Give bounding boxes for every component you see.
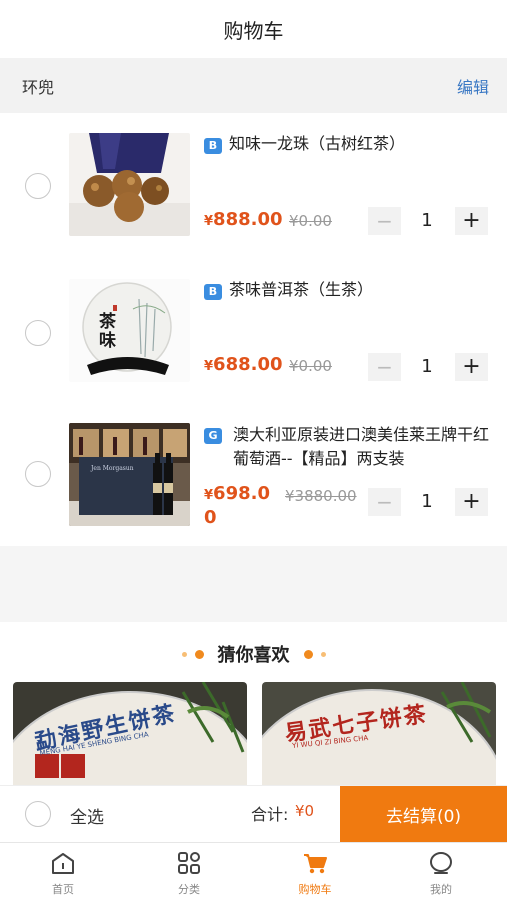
total-label: 合计: xyxy=(251,805,289,824)
decrease-button[interactable]: − xyxy=(368,488,401,516)
decor-dot xyxy=(320,651,326,657)
product-tag-badge: B xyxy=(204,284,222,300)
decrease-button[interactable]: − xyxy=(368,353,401,381)
category-icon xyxy=(178,852,200,874)
tab-label: 我的 xyxy=(430,883,452,896)
shop-name: 环兜 xyxy=(22,77,55,97)
cart-list: B 知味一龙珠（古树红茶） ¥888.00 ¥0.00 − 1 + 茶味 B 茶… xyxy=(0,113,507,546)
checkout-bar: 全选 合计: ¥0 去结算(0) xyxy=(0,785,507,843)
increase-button[interactable]: + xyxy=(455,488,488,516)
price-currency: ¥ xyxy=(204,214,214,229)
increase-button[interactable]: + xyxy=(455,353,488,381)
price-value: 688.00 xyxy=(213,354,283,375)
tab-category[interactable]: 分类 xyxy=(126,843,252,900)
cart-icon xyxy=(304,854,327,874)
profile-icon xyxy=(430,852,452,874)
product-price: ¥698.00 xyxy=(204,483,276,529)
price-currency: ¥ xyxy=(204,359,214,374)
tab-label: 首页 xyxy=(52,883,74,896)
total-value: ¥0 xyxy=(295,802,315,820)
tab-label: 购物车 xyxy=(298,883,332,896)
home-icon xyxy=(52,853,74,874)
edit-button[interactable]: 编辑 xyxy=(457,74,489,98)
product-image[interactable] xyxy=(69,133,190,236)
increase-button[interactable]: + xyxy=(455,207,488,235)
page-title: 购物车 xyxy=(223,18,284,43)
select-all-checkbox[interactable] xyxy=(25,801,51,827)
wine-box-label: Jen Morgasun xyxy=(91,465,134,472)
product-name[interactable]: 澳大利亚原装进口澳美佳莱王牌干红葡萄酒--【精品】两支装 xyxy=(233,423,495,471)
product-image[interactable]: Jen Morgasun xyxy=(69,423,190,526)
original-price: ¥3880.00 xyxy=(285,487,357,505)
bottom-tab-bar: 首页 分类 购物车 我的 xyxy=(0,842,507,900)
recommendations-section: 猜你喜欢 勐海野生饼茶 MENG HAI YE SHENG BING CHA 易… xyxy=(0,622,507,785)
price-currency: ¥ xyxy=(204,488,214,503)
recommendations-title: 猜你喜欢 xyxy=(217,645,290,666)
recommended-product-image[interactable]: 易武七子饼茶 YI WU QI ZI BING CHA xyxy=(262,682,496,785)
quantity-value[interactable]: 1 xyxy=(410,353,444,381)
original-price: ¥0.00 xyxy=(289,357,332,375)
recommendations-header: 猜你喜欢 xyxy=(0,642,507,666)
tab-cart[interactable]: 购物车 xyxy=(252,843,378,900)
shop-header: 环兜 编辑 xyxy=(0,58,507,113)
decrease-button[interactable]: − xyxy=(368,207,401,235)
product-name[interactable]: 知味一龙珠（古树红茶） xyxy=(229,133,499,155)
item-checkbox[interactable] xyxy=(25,461,51,487)
original-price: ¥0.00 xyxy=(289,212,332,230)
cart-page: 购物车 环兜 编辑 B 知味一龙珠（古树红茶） ¥888.00 ¥0.00 − … xyxy=(0,0,507,900)
decor-dot xyxy=(303,649,313,659)
product-price: ¥688.00 xyxy=(204,354,283,375)
product-price: ¥888.00 xyxy=(204,209,283,230)
item-checkbox[interactable] xyxy=(25,173,51,199)
product-name[interactable]: 茶味普洱茶（生茶） xyxy=(229,279,499,301)
tab-profile[interactable]: 我的 xyxy=(378,843,504,900)
product-image[interactable]: 茶味 xyxy=(69,279,190,382)
price-value: 698.00 xyxy=(204,483,270,528)
item-checkbox[interactable] xyxy=(25,320,51,346)
price-value: 888.00 xyxy=(213,209,283,230)
top-bar: 购物车 xyxy=(0,0,507,58)
select-all-label[interactable]: 全选 xyxy=(70,803,104,828)
recommended-product-image[interactable]: 勐海野生饼茶 MENG HAI YE SHENG BING CHA xyxy=(13,682,247,785)
cart-item: 茶味 B 茶味普洱茶（生茶） ¥688.00 ¥0.00 − 1 + xyxy=(0,258,507,403)
puer-cake-label: 茶味 xyxy=(99,312,116,351)
cart-item: B 知味一龙珠（古树红茶） ¥888.00 ¥0.00 − 1 + xyxy=(0,113,507,258)
cart-item: Jen Morgasun G 澳大利亚原装进口澳美佳莱王牌干红葡萄酒--【精品】… xyxy=(0,403,507,546)
quantity-value[interactable]: 1 xyxy=(410,488,444,516)
product-tag-badge: B xyxy=(204,138,222,154)
decor-dot xyxy=(194,649,204,659)
checkout-button[interactable]: 去结算(0) xyxy=(340,786,507,843)
tab-label: 分类 xyxy=(178,883,200,896)
tab-home[interactable]: 首页 xyxy=(0,843,126,900)
decor-dot xyxy=(181,651,187,657)
quantity-value[interactable]: 1 xyxy=(410,207,444,235)
product-tag-badge: G xyxy=(204,428,222,444)
